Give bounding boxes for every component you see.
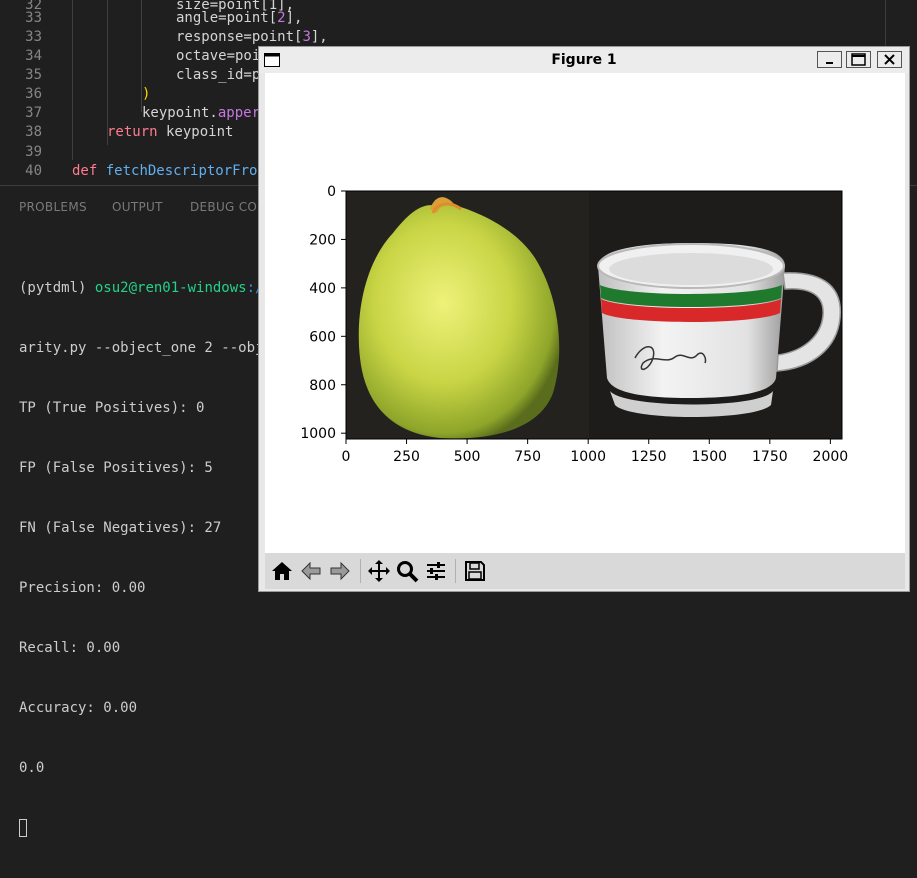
y-axis: 0 200 400 600 800 1000 bbox=[300, 184, 346, 442]
tab-output[interactable]: OUTPUT bbox=[112, 200, 163, 214]
terminal-line: Recall: 0.00 bbox=[19, 640, 121, 656]
line-number: 35 bbox=[25, 67, 42, 83]
save-icon[interactable] bbox=[463, 559, 487, 583]
terminal-line: Precision: 0.00 bbox=[19, 580, 146, 596]
terminal-prompt-line: (pytdml) osu2@ren01-windows:/m bbox=[19, 278, 272, 298]
line-number: 39 bbox=[25, 144, 42, 160]
code-token: apper bbox=[217, 105, 261, 121]
close-icon bbox=[884, 54, 895, 65]
code-text: class_id=p bbox=[176, 66, 260, 85]
terminal-line: TP (True Positives): 0 bbox=[19, 400, 205, 416]
toolbar-separator bbox=[455, 559, 456, 583]
terminal-line: Accuracy: 0.00 bbox=[19, 700, 138, 716]
y-tick-label: 400 bbox=[309, 281, 336, 297]
indent-guide bbox=[107, 0, 108, 145]
line-number: 33 bbox=[25, 10, 42, 26]
x-axis: 0 250 500 750 1000 1250 1500 1750 2000 bbox=[342, 439, 849, 465]
line-number: 36 bbox=[25, 86, 42, 102]
maximize-icon bbox=[851, 53, 866, 66]
terminal-line: 0.0 bbox=[19, 760, 45, 776]
x-tick-label: 1250 bbox=[631, 449, 667, 465]
code-token: ], bbox=[310, 29, 328, 45]
code-token: keypoint bbox=[157, 124, 234, 140]
configure-icon[interactable] bbox=[424, 559, 448, 583]
x-tick-label: 1000 bbox=[570, 449, 606, 465]
code-text: response=point[3], bbox=[176, 28, 328, 47]
y-tick-label: 600 bbox=[309, 329, 336, 345]
cup-inside bbox=[609, 253, 773, 285]
y-tick-label: 1000 bbox=[300, 426, 336, 442]
line-number: 38 bbox=[25, 124, 42, 140]
x-tick-label: 1500 bbox=[691, 449, 727, 465]
code-token: class_id=p bbox=[176, 67, 261, 83]
line-number: 40 bbox=[25, 163, 42, 179]
conda-env: (pytdml) bbox=[19, 280, 87, 296]
code-text: ) bbox=[142, 85, 150, 104]
x-tick-label: 750 bbox=[514, 449, 541, 465]
code-token: ], bbox=[285, 10, 303, 26]
code-token: 3 bbox=[302, 29, 311, 45]
code-text: keypoint.apper bbox=[142, 104, 260, 123]
zoom-icon[interactable] bbox=[395, 559, 419, 583]
terminal-line: arity.py --object_one 2 --obje bbox=[19, 340, 272, 356]
x-tick-label: 2000 bbox=[813, 449, 849, 465]
window-title: Figure 1 bbox=[551, 52, 617, 68]
code-token: octave=poi bbox=[176, 48, 261, 64]
pan-icon[interactable] bbox=[367, 559, 391, 583]
code-token: return bbox=[107, 124, 158, 140]
code-token: keypoint. bbox=[142, 105, 218, 121]
code-token: fetchDescriptorFro bbox=[105, 163, 258, 179]
figure-window[interactable]: Figure 1 0 250 500 750 1000 1250 1500 17… bbox=[258, 46, 910, 592]
close-button[interactable] bbox=[877, 51, 902, 68]
indent-guide bbox=[72, 0, 73, 160]
figure-canvas[interactable]: 0 250 500 750 1000 1250 1500 1750 2000 0 200 400 60… bbox=[265, 73, 905, 553]
indent-guide bbox=[141, 0, 142, 112]
tab-debug-console[interactable]: DEBUG CON bbox=[190, 200, 266, 214]
x-tick-label: 500 bbox=[454, 449, 481, 465]
back-icon[interactable] bbox=[299, 559, 323, 583]
code-token: response=point[ bbox=[176, 29, 303, 45]
code-token: ) bbox=[142, 86, 151, 102]
tab-problems[interactable]: PROBLEMS bbox=[19, 200, 87, 214]
minimize-icon bbox=[826, 62, 833, 64]
toolbar-separator bbox=[360, 559, 361, 583]
terminal[interactable]: (pytdml) osu2@ren01-windows:/m arity.py … bbox=[19, 238, 272, 878]
code-text: return keypoint bbox=[107, 123, 233, 142]
terminal-cursor bbox=[19, 819, 27, 837]
x-tick-label: 0 bbox=[342, 449, 351, 465]
terminal-line: FP (False Positives): 5 bbox=[19, 460, 213, 476]
terminal-cursor-line bbox=[19, 818, 272, 838]
minimize-button[interactable] bbox=[817, 51, 842, 68]
prompt-user: osu2@ren01-windows bbox=[94, 280, 247, 296]
line-number: 34 bbox=[25, 48, 42, 64]
x-tick-label: 1750 bbox=[752, 449, 788, 465]
code-token: angle=point[ bbox=[176, 10, 278, 26]
figure-toolbar bbox=[265, 553, 905, 589]
window-titlebar[interactable]: Figure 1 bbox=[259, 47, 909, 73]
y-tick-label: 800 bbox=[309, 378, 336, 394]
y-tick-label: 200 bbox=[309, 232, 336, 248]
image-axes bbox=[345, 190, 843, 440]
x-tick-label: 250 bbox=[393, 449, 420, 465]
line-number: 37 bbox=[25, 105, 42, 121]
y-tick-label: 0 bbox=[327, 184, 336, 200]
code-line: 33 response=point[3], bbox=[0, 28, 917, 47]
terminal-line: FN (False Negatives): 27 bbox=[19, 520, 222, 536]
code-token: def bbox=[72, 163, 98, 179]
forward-icon[interactable] bbox=[328, 559, 352, 583]
plot: 0 250 500 750 1000 1250 1500 1750 2000 0 200 400 60… bbox=[300, 184, 849, 465]
code-token: 2 bbox=[277, 10, 286, 26]
code-text: octave=poi bbox=[176, 47, 260, 66]
code-text: angle=point[2], bbox=[176, 9, 302, 28]
line-number: 33 bbox=[25, 29, 42, 45]
code-text: def fetchDescriptorFro bbox=[72, 162, 257, 181]
home-icon[interactable] bbox=[270, 559, 294, 583]
maximize-button[interactable] bbox=[846, 51, 871, 68]
code-line: 33 angle=point[2], bbox=[0, 9, 917, 28]
